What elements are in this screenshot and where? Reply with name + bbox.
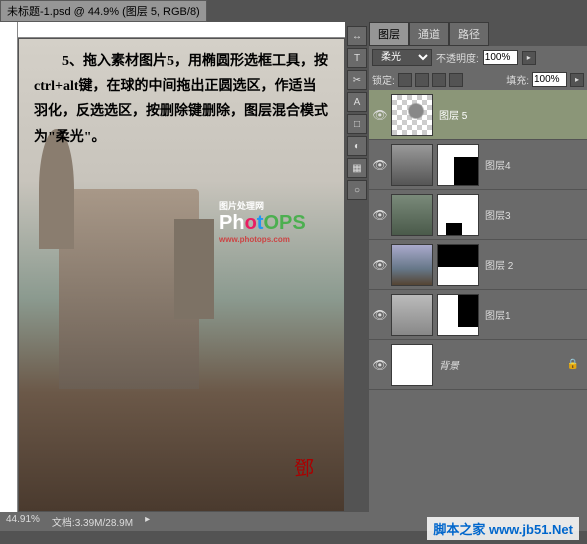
layer-thumbnail[interactable]: [391, 294, 433, 336]
tab-channels[interactable]: 通道: [409, 22, 449, 46]
zoom-level[interactable]: 44.91%: [6, 514, 40, 529]
tool-crop-icon[interactable]: ✂: [347, 70, 367, 90]
layer-thumbnail[interactable]: [391, 194, 433, 236]
visibility-eye-icon[interactable]: 👁: [371, 356, 389, 374]
layer-thumbnail[interactable]: [391, 344, 433, 386]
layer-mask[interactable]: [437, 144, 479, 186]
opacity-arrow-icon[interactable]: ▸: [522, 51, 536, 65]
visibility-eye-icon[interactable]: 👁: [371, 106, 389, 124]
visibility-eye-icon[interactable]: 👁: [371, 206, 389, 224]
layer-name[interactable]: 图层 5: [439, 107, 467, 122]
layer-thumbnail[interactable]: [391, 144, 433, 186]
layer-mask[interactable]: [437, 194, 479, 236]
fill-input[interactable]: [532, 72, 567, 87]
lock-pixels-icon[interactable]: [415, 73, 429, 87]
tool-move-icon[interactable]: ↔: [347, 26, 367, 46]
layer-name[interactable]: 图层 2: [485, 257, 513, 272]
layer-row[interactable]: 👁 图层 2: [369, 240, 587, 290]
layer-mask[interactable]: [437, 244, 479, 286]
blend-mode-select[interactable]: 柔光: [372, 49, 432, 66]
seal-stamp: 鄧: [294, 452, 314, 481]
lock-label: 锁定:: [372, 72, 395, 87]
ruler-horizontal: [18, 22, 345, 38]
lock-icon: 🔒: [567, 359, 579, 370]
layer-row[interactable]: 👁 图层4: [369, 140, 587, 190]
tool-gradient-icon[interactable]: ◐: [347, 136, 367, 156]
tool-ellipse-icon[interactable]: ○: [347, 180, 367, 200]
lock-all-icon[interactable]: [449, 73, 463, 87]
fill-arrow-icon[interactable]: ▸: [570, 73, 584, 87]
photops-logo: 图片处理网 PhotOPS www.photops.com: [219, 199, 306, 244]
lock-transparency-icon[interactable]: [398, 73, 412, 87]
layer-row[interactable]: 👁 图层1: [369, 290, 587, 340]
layer-row[interactable]: 👁 图层3: [369, 190, 587, 240]
ruler-vertical: [0, 22, 18, 512]
doc-size: 文档:3.39M/28.9M: [52, 514, 133, 529]
document-tab[interactable]: 未标题-1.psd @ 44.9% (图层 5, RGB/8): [0, 0, 207, 22]
layer-name[interactable]: 图层3: [485, 207, 511, 222]
tutorial-text: 5、拖入素材图片5，用椭圆形选框工具，按ctrl+alt键，在球的中间拖出正圆选…: [34, 49, 329, 150]
watermark: 脚本之家 www.jb51.Net: [427, 517, 579, 540]
vertical-toolbar: ↔ T ✂ A □ ◐ ▦ ○: [345, 22, 369, 512]
layer-name[interactable]: 背景: [439, 357, 459, 372]
tool-grid-icon[interactable]: ▦: [347, 158, 367, 178]
layer-name[interactable]: 图层4: [485, 157, 511, 172]
layer-name[interactable]: 图层1: [485, 307, 511, 322]
status-arrow-icon[interactable]: ▸: [145, 514, 150, 529]
tab-layers[interactable]: 图层: [369, 22, 409, 46]
opacity-input[interactable]: [483, 50, 518, 65]
tool-type-icon[interactable]: A: [347, 92, 367, 112]
tool-text-icon[interactable]: T: [347, 48, 367, 68]
tool-rect-icon[interactable]: □: [347, 114, 367, 134]
layer-mask[interactable]: [437, 294, 479, 336]
tab-paths[interactable]: 路径: [449, 22, 489, 46]
layers-panel: 图层 通道 路径 柔光 不透明度: ▸ 锁定: 填充: ▸ 👁 图层 5: [369, 22, 587, 512]
layer-thumbnail[interactable]: [391, 94, 433, 136]
visibility-eye-icon[interactable]: 👁: [371, 156, 389, 174]
visibility-eye-icon[interactable]: 👁: [371, 306, 389, 324]
visibility-eye-icon[interactable]: 👁: [371, 256, 389, 274]
canvas[interactable]: 5、拖入素材图片5，用椭圆形选框工具，按ctrl+alt键，在球的中间拖出正圆选…: [19, 39, 344, 511]
fill-label: 填充:: [506, 72, 529, 87]
lock-position-icon[interactable]: [432, 73, 446, 87]
layer-row[interactable]: 👁 图层 5: [369, 90, 587, 140]
opacity-label: 不透明度:: [436, 50, 479, 65]
layer-row[interactable]: 👁 背景 🔒: [369, 340, 587, 390]
layer-thumbnail[interactable]: [391, 244, 433, 286]
